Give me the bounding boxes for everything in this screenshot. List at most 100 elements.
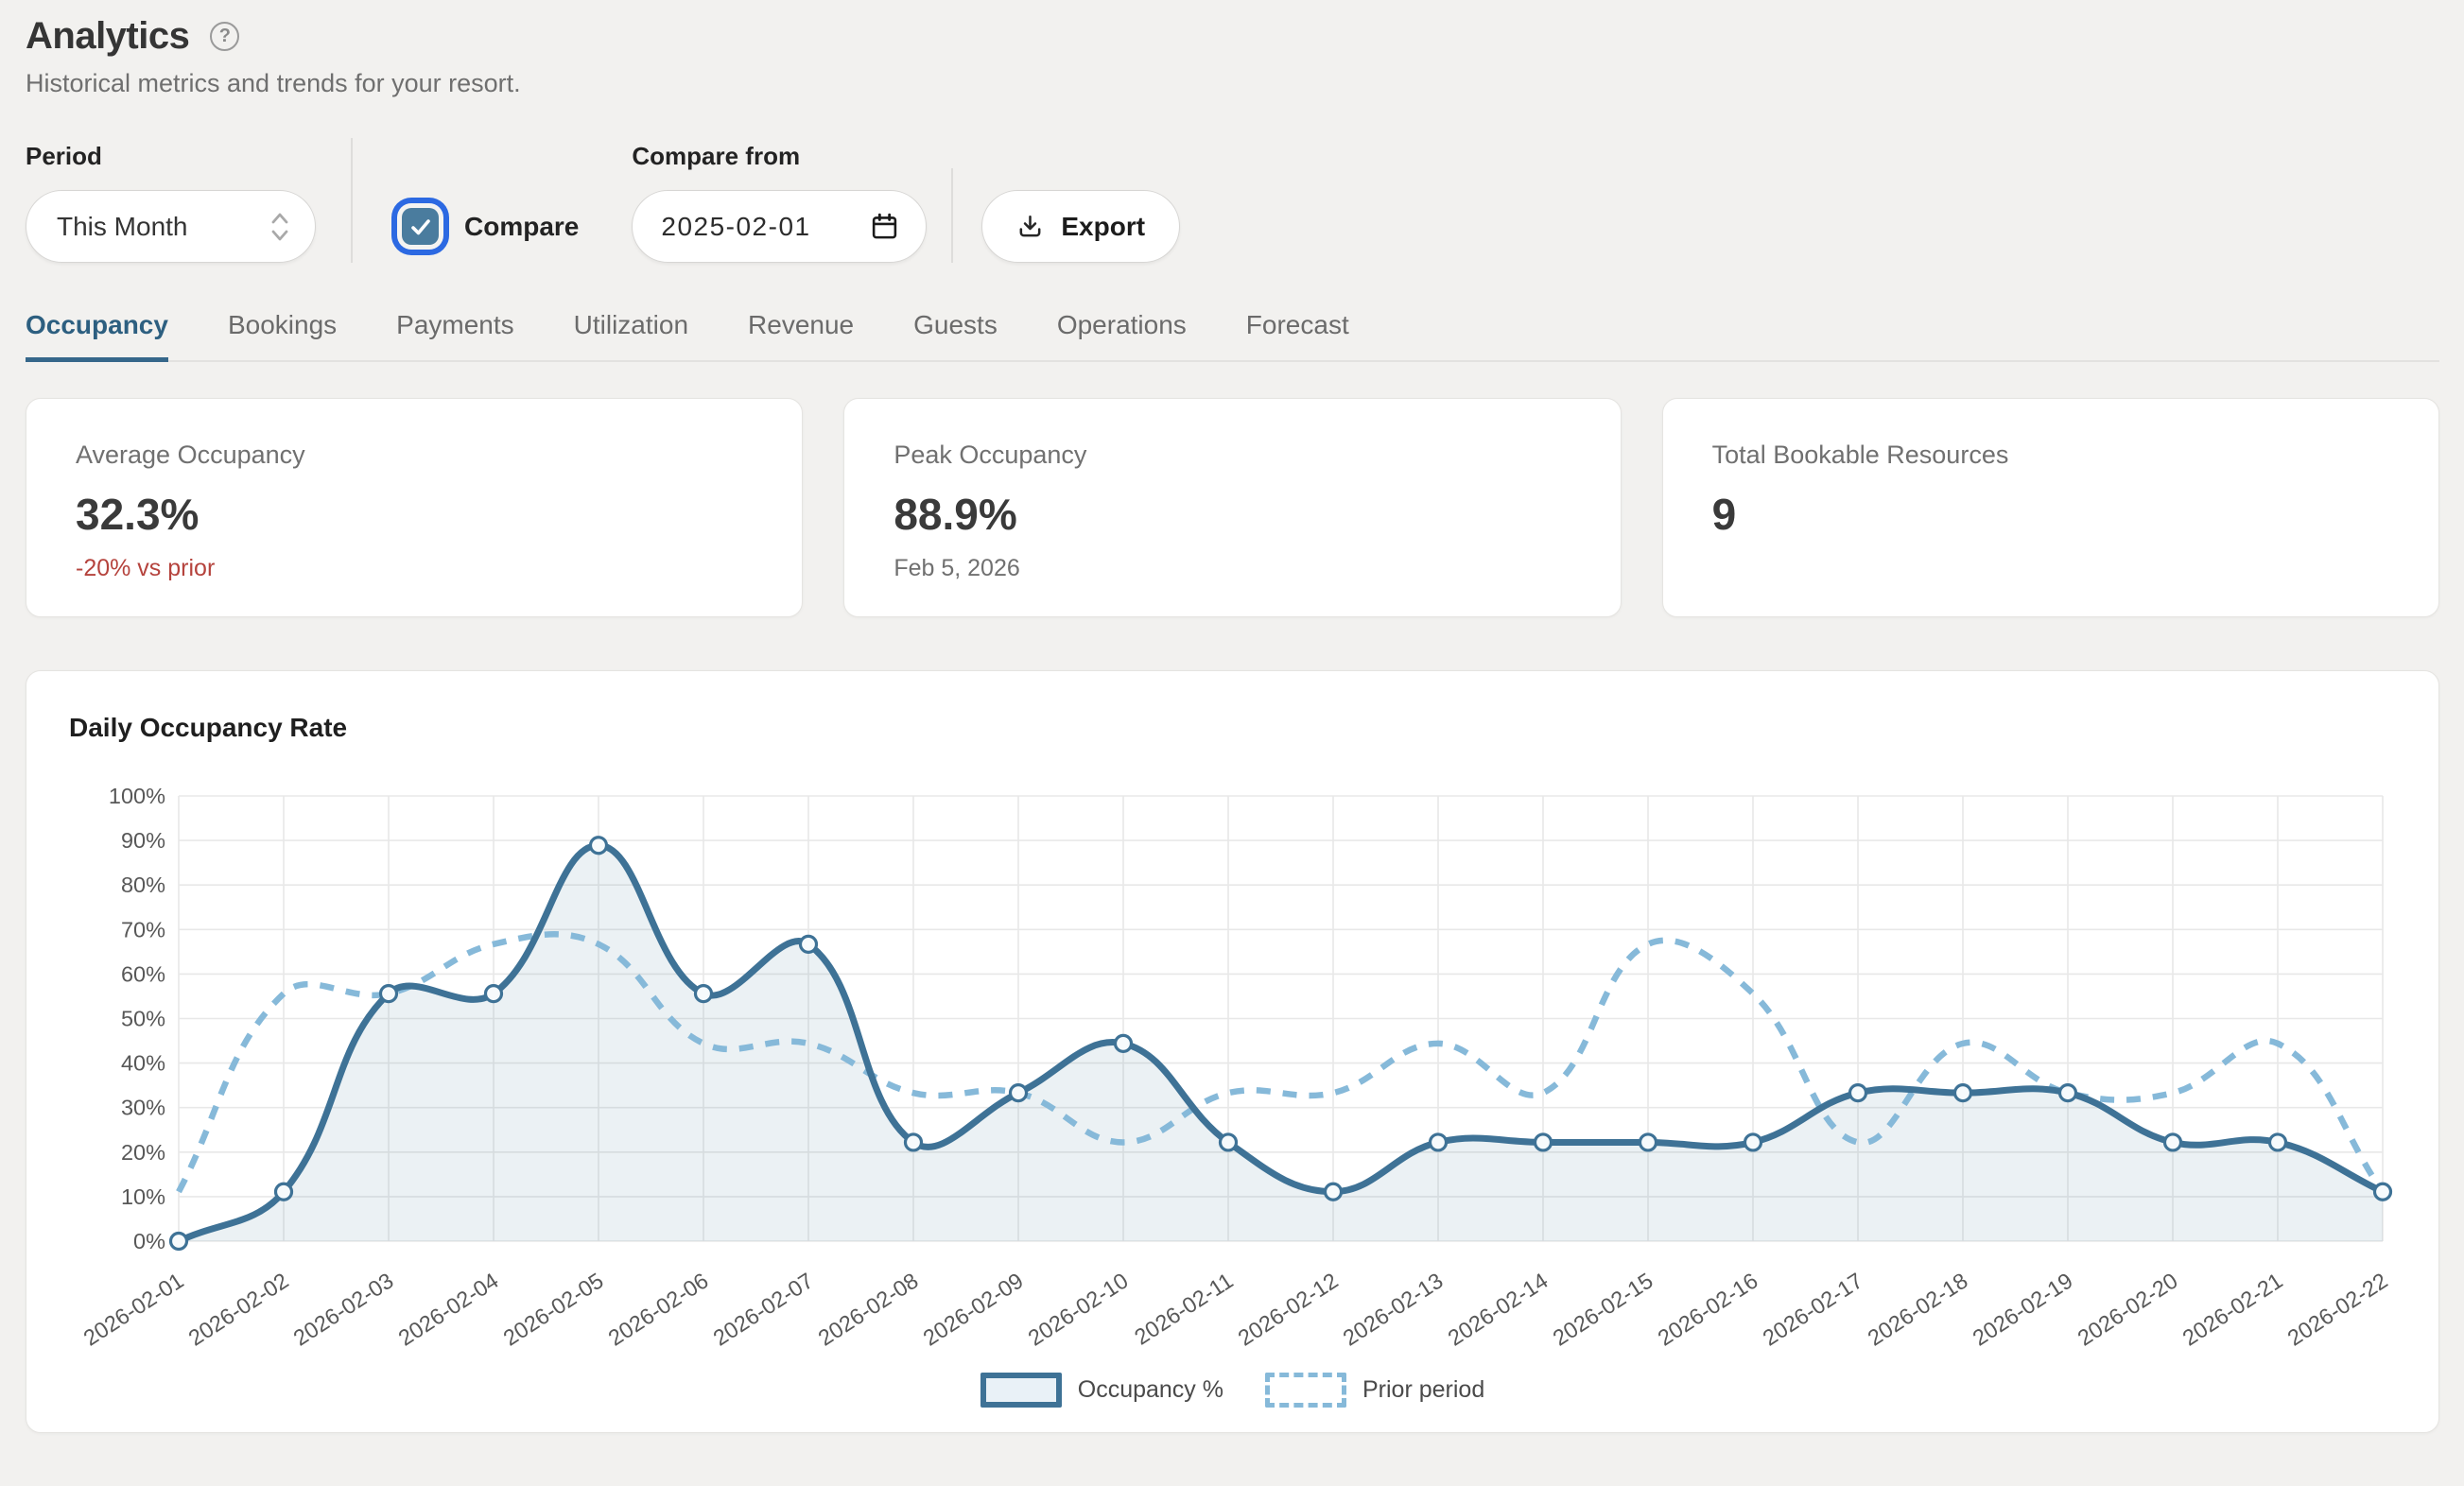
data-point-marker[interactable] [1745, 1134, 1761, 1150]
chevron-up-down-icon [269, 210, 290, 244]
occupancy-chart-svg: 0%10%20%30%40%50%60%70%80%90%100%2026-02… [26, 758, 2438, 1371]
calendar-icon[interactable] [870, 212, 899, 241]
stat-cards: Average Occupancy 32.3% -20% vs prior Pe… [26, 398, 2439, 617]
svg-text:2026-02-06: 2026-02-06 [604, 1268, 713, 1350]
legend-item-occupancy[interactable]: Occupancy % [980, 1373, 1223, 1408]
svg-text:2026-02-20: 2026-02-20 [2074, 1268, 2182, 1350]
svg-text:80%: 80% [121, 873, 165, 897]
legend-label: Occupancy % [1078, 1376, 1223, 1404]
svg-text:20%: 20% [121, 1140, 165, 1165]
data-point-marker[interactable] [1955, 1085, 1971, 1101]
data-point-marker[interactable] [1640, 1134, 1657, 1150]
dashed-series-swatch-icon [1265, 1373, 1346, 1408]
divider [351, 138, 353, 263]
data-point-marker[interactable] [1431, 1134, 1447, 1150]
stat-card-average-occupancy: Average Occupancy 32.3% -20% vs prior [26, 398, 803, 617]
svg-text:2026-02-17: 2026-02-17 [1759, 1268, 1867, 1350]
daily-occupancy-card: Daily Occupancy Rate 0%10%20%30%40%50%60… [26, 670, 2439, 1433]
compare-checkbox-label[interactable]: Compare [464, 212, 579, 242]
tab-revenue[interactable]: Revenue [748, 310, 854, 362]
period-select-value: This Month [57, 212, 188, 242]
svg-text:40%: 40% [121, 1051, 165, 1076]
compare-from-date-value: 2025-02-01 [661, 212, 810, 242]
tab-guests[interactable]: Guests [913, 310, 998, 362]
help-icon[interactable]: ? [210, 22, 239, 51]
legend-item-prior[interactable]: Prior period [1265, 1373, 1484, 1408]
chart-area-fill [179, 845, 2383, 1241]
solid-series-swatch-icon [980, 1373, 1062, 1408]
chart-x-labels: 2026-02-012026-02-022026-02-032026-02-04… [79, 1268, 2392, 1350]
data-point-marker[interactable] [1116, 1035, 1132, 1051]
tab-utilization[interactable]: Utilization [574, 310, 688, 362]
export-button-label: Export [1061, 212, 1145, 242]
data-point-marker[interactable] [696, 986, 712, 1002]
stat-value: 88.9% [894, 489, 1570, 540]
tab-occupancy[interactable]: Occupancy [26, 310, 168, 362]
compare-group: Compare [402, 190, 579, 263]
svg-text:2026-02-09: 2026-02-09 [919, 1268, 1028, 1350]
svg-text:70%: 70% [121, 917, 165, 942]
svg-text:2026-02-12: 2026-02-12 [1234, 1268, 1343, 1350]
data-point-marker[interactable] [801, 936, 817, 952]
checkmark-icon [408, 215, 433, 239]
chart-y-labels: 0%10%20%30%40%50%60%70%80%90%100% [109, 784, 165, 1253]
period-label: Period [26, 142, 316, 171]
data-point-marker[interactable] [591, 838, 607, 854]
svg-text:10%: 10% [121, 1184, 165, 1209]
svg-text:30%: 30% [121, 1096, 165, 1120]
stat-value: 9 [1712, 489, 2389, 540]
legend-label: Prior period [1362, 1376, 1484, 1404]
svg-text:0%: 0% [133, 1229, 165, 1253]
export-button[interactable]: Export [981, 190, 1180, 263]
svg-text:2026-02-03: 2026-02-03 [289, 1268, 398, 1350]
data-point-marker[interactable] [2060, 1085, 2076, 1101]
chart-legend: Occupancy % Prior period [26, 1373, 2438, 1408]
svg-text:50%: 50% [121, 1007, 165, 1031]
data-point-marker[interactable] [1221, 1134, 1237, 1150]
tab-forecast[interactable]: Forecast [1246, 310, 1349, 362]
data-point-marker[interactable] [276, 1184, 292, 1200]
data-point-marker[interactable] [171, 1234, 187, 1250]
stat-date: Feb 5, 2026 [894, 555, 1570, 582]
data-point-marker[interactable] [1011, 1085, 1027, 1101]
tab-bar: Occupancy Bookings Payments Utilization … [26, 310, 2439, 362]
stat-label: Total Bookable Resources [1712, 441, 2389, 470]
data-point-marker[interactable] [1850, 1085, 1866, 1101]
divider [951, 168, 953, 263]
svg-text:2026-02-14: 2026-02-14 [1444, 1268, 1553, 1350]
tab-payments[interactable]: Payments [396, 310, 514, 362]
stat-value: 32.3% [76, 489, 753, 540]
svg-text:2026-02-02: 2026-02-02 [184, 1268, 293, 1350]
compare-from-label: Compare from [632, 142, 927, 171]
tab-bookings[interactable]: Bookings [228, 310, 337, 362]
svg-text:2026-02-22: 2026-02-22 [2283, 1268, 2392, 1350]
svg-text:2026-02-19: 2026-02-19 [1969, 1268, 2077, 1350]
svg-text:2026-02-05: 2026-02-05 [499, 1268, 608, 1350]
svg-text:2026-02-13: 2026-02-13 [1339, 1268, 1448, 1350]
data-point-marker[interactable] [1536, 1134, 1552, 1150]
stat-delta: -20% vs prior [76, 555, 753, 582]
svg-text:2026-02-16: 2026-02-16 [1654, 1268, 1762, 1350]
svg-text:2026-02-01: 2026-02-01 [79, 1268, 188, 1350]
data-point-marker[interactable] [2375, 1184, 2391, 1200]
data-point-marker[interactable] [486, 986, 502, 1002]
period-group: Period This Month [26, 142, 316, 263]
svg-text:2026-02-11: 2026-02-11 [1130, 1268, 1238, 1349]
period-select[interactable]: This Month [26, 190, 316, 263]
data-point-marker[interactable] [906, 1134, 922, 1150]
svg-text:2026-02-08: 2026-02-08 [814, 1268, 923, 1350]
svg-text:100%: 100% [109, 784, 165, 808]
compare-from-group: Compare from 2025-02-01 [632, 142, 927, 263]
compare-from-date-input[interactable]: 2025-02-01 [632, 190, 927, 263]
data-point-marker[interactable] [2270, 1134, 2286, 1150]
chart-title: Daily Occupancy Rate [69, 713, 2438, 743]
svg-text:2026-02-04: 2026-02-04 [394, 1268, 503, 1350]
data-point-marker[interactable] [381, 986, 397, 1002]
tab-operations[interactable]: Operations [1057, 310, 1187, 362]
data-point-marker[interactable] [1326, 1184, 1342, 1200]
svg-text:90%: 90% [121, 828, 165, 853]
compare-checkbox[interactable] [402, 208, 439, 245]
controls-bar: Period This Month Compare Compare from 2 [26, 138, 2439, 263]
page-subtitle: Historical metrics and trends for your r… [26, 69, 2439, 98]
data-point-marker[interactable] [2165, 1134, 2181, 1150]
